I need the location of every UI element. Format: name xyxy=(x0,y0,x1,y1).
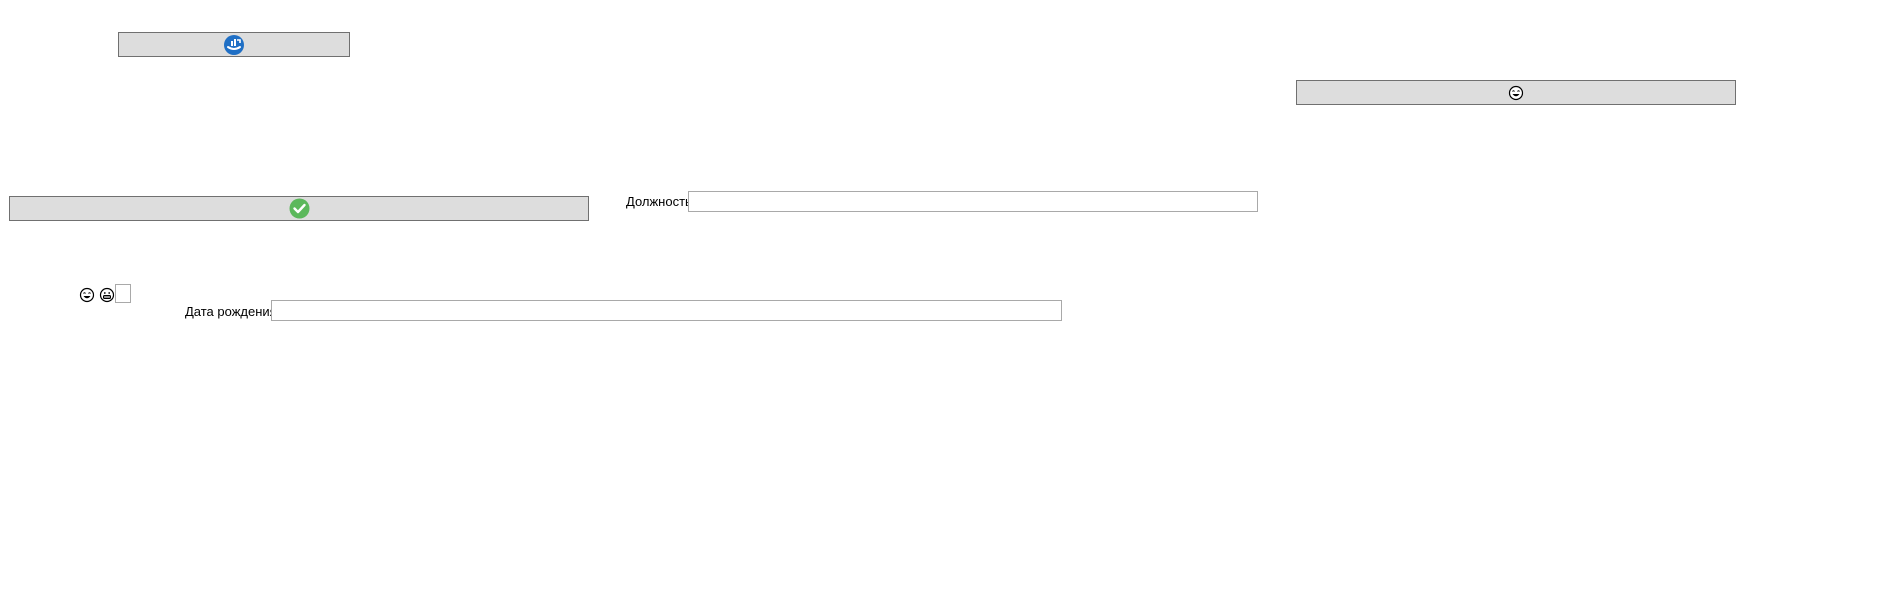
position-field[interactable] xyxy=(688,191,1258,212)
checkmark-icon xyxy=(289,198,310,219)
birthdate-field[interactable] xyxy=(271,300,1062,321)
emoji-face-icon xyxy=(1508,85,1524,101)
checkbox[interactable] xyxy=(115,284,131,303)
emoji-button[interactable] xyxy=(1296,80,1736,105)
sync-button[interactable] xyxy=(118,32,350,57)
emoji-laugh-icon[interactable] xyxy=(79,287,95,303)
confirm-button[interactable] xyxy=(9,196,589,221)
birthdate-label: Дата рождения xyxy=(185,304,277,319)
position-label: Должность xyxy=(626,194,692,209)
emoji-grin-icon[interactable] xyxy=(99,287,115,303)
sync-cloud-icon xyxy=(223,34,245,56)
